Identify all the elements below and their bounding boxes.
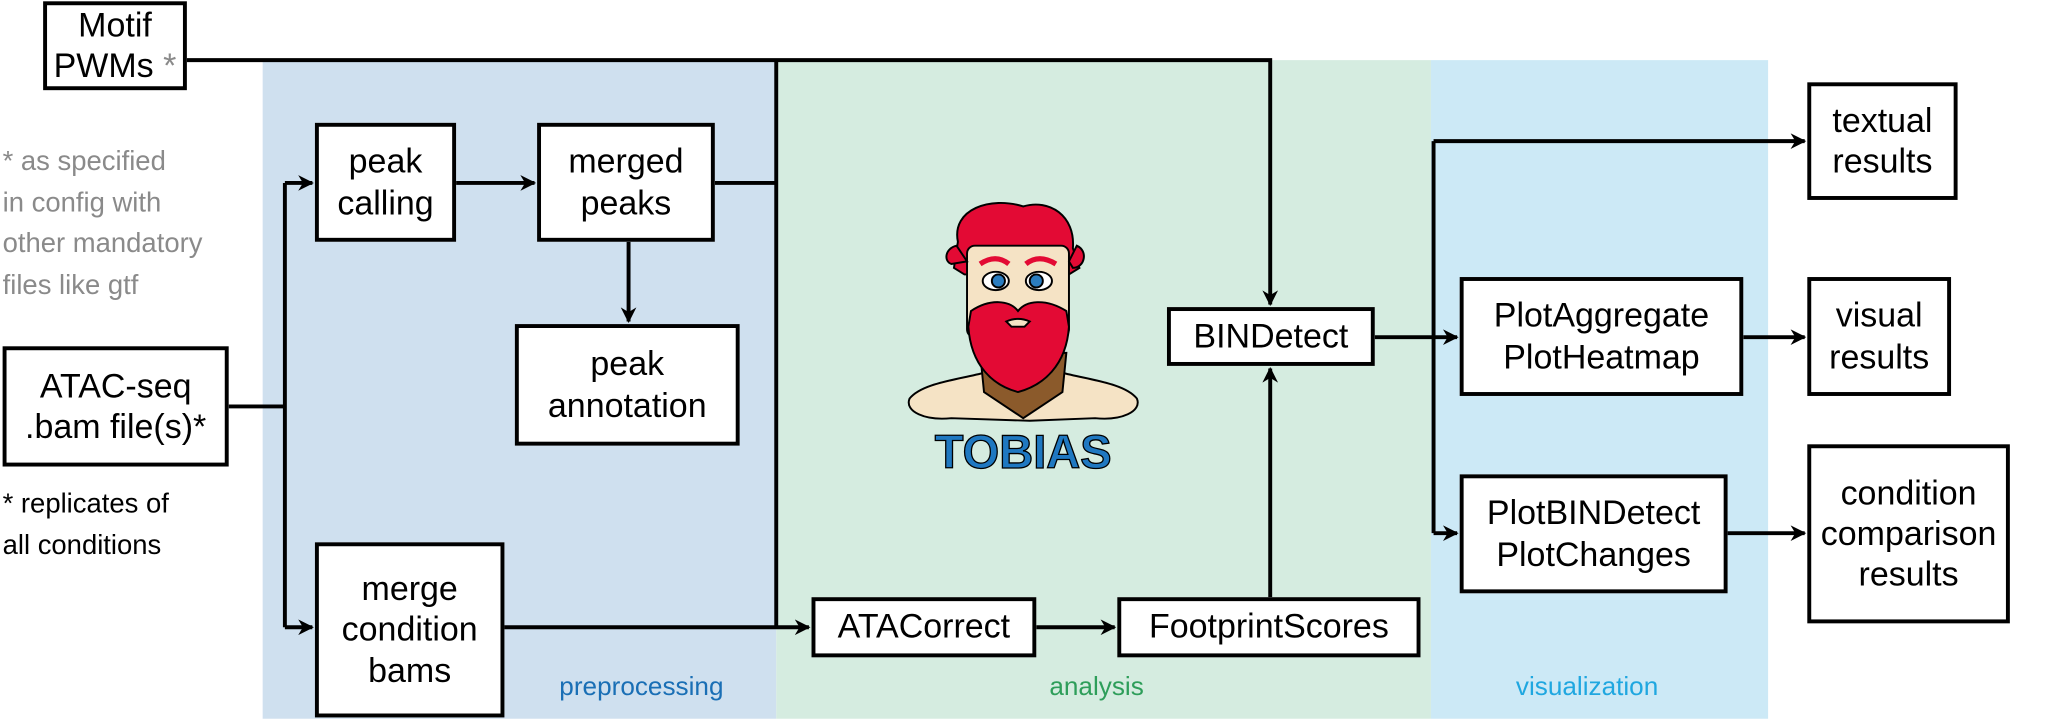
box-line: condition	[1840, 472, 1977, 512]
mascot-mouth	[1004, 317, 1032, 328]
box-line: PlotAggregate	[1493, 295, 1710, 335]
note-line: * as specified	[2, 146, 166, 177]
box-line: textual	[1832, 100, 1933, 140]
box-line: comparison	[1820, 513, 1997, 553]
atac-seq-box: ATAC-seq .bam file(s)*	[2, 346, 229, 467]
motif-pwms-box: Motif PWMs *	[43, 1, 187, 91]
tobias-workflow-diagram: Motif PWMs * * as specified in config wi…	[0, 0, 2049, 719]
preprocessing-label: preprocessing	[559, 673, 724, 702]
logo-text: TOBIAS	[935, 425, 1112, 477]
visualization-label: visualization	[1515, 673, 1659, 702]
box-line: peak	[348, 141, 423, 181]
condition-comparison-results-box: condition comparison results	[1807, 444, 2010, 624]
atacorrect-box: ATACorrect	[811, 597, 1037, 658]
plotaggregate-plotheatmap-box: PlotAggregate PlotHeatmap	[1459, 277, 1744, 396]
textual-results-box: textual results	[1807, 82, 1958, 200]
atac-line1: ATAC-seq	[39, 365, 192, 405]
note-line: files like gtf	[2, 269, 139, 300]
box-line: PlotHeatmap	[1503, 336, 1700, 376]
box-line: bams	[368, 650, 452, 690]
box-line: calling	[337, 182, 434, 222]
motif-line2-wrap: PWMs *	[54, 46, 177, 87]
box-line: FootprintScores	[1148, 606, 1389, 647]
box-line: peaks	[580, 182, 672, 222]
mascot-iris-left	[990, 273, 1006, 289]
box-line: results	[1829, 336, 1930, 376]
motif-asterisk: *	[163, 45, 177, 85]
motif-line1: Motif	[78, 4, 152, 45]
box-line: ATACorrect	[837, 606, 1011, 647]
box-line: merged	[568, 141, 684, 181]
analysis-label: analysis	[1049, 673, 1144, 702]
note-line: * replicates of	[2, 488, 169, 519]
visual-results-box: visual results	[1807, 277, 1952, 396]
box-line: peak	[590, 344, 665, 384]
note-line: in config with	[2, 187, 162, 218]
peak-annotation-box: peak annotation	[514, 324, 740, 446]
motif-line2: PWMs	[53, 45, 154, 85]
peak-calling-box: peak calling	[314, 122, 457, 242]
merge-condition-bams-box: merge condition bams	[314, 542, 505, 718]
note-line: other mandatory	[2, 228, 203, 259]
bindetect-box: BINDetect	[1166, 307, 1375, 366]
box-line: PlotBINDetect	[1486, 493, 1701, 533]
atac-line2: .bam file(s)*	[25, 406, 207, 446]
box-line: results	[1832, 141, 1933, 181]
box-line: condition	[341, 609, 478, 649]
box-line: PlotChanges	[1496, 533, 1691, 574]
motif-note: * as specified in config with other mand…	[3, 141, 203, 306]
footprintscores-box: FootprintScores	[1117, 597, 1421, 658]
box-line: merge	[361, 568, 458, 608]
box-line: visual	[1835, 295, 1923, 335]
box-line: results	[1858, 554, 1959, 594]
atac-note: * replicates of all conditions	[3, 484, 169, 566]
note-line: all conditions	[2, 529, 162, 560]
box-line: BINDetect	[1193, 316, 1349, 356]
mascot-iris-right	[1028, 273, 1044, 289]
tobias-mascot-logo: TOBIAS	[907, 202, 1139, 477]
box-line: annotation	[547, 384, 707, 425]
merged-peaks-box: merged peaks	[537, 122, 715, 242]
plotbindetect-plotchanges-box: PlotBINDetect PlotChanges	[1459, 474, 1728, 594]
